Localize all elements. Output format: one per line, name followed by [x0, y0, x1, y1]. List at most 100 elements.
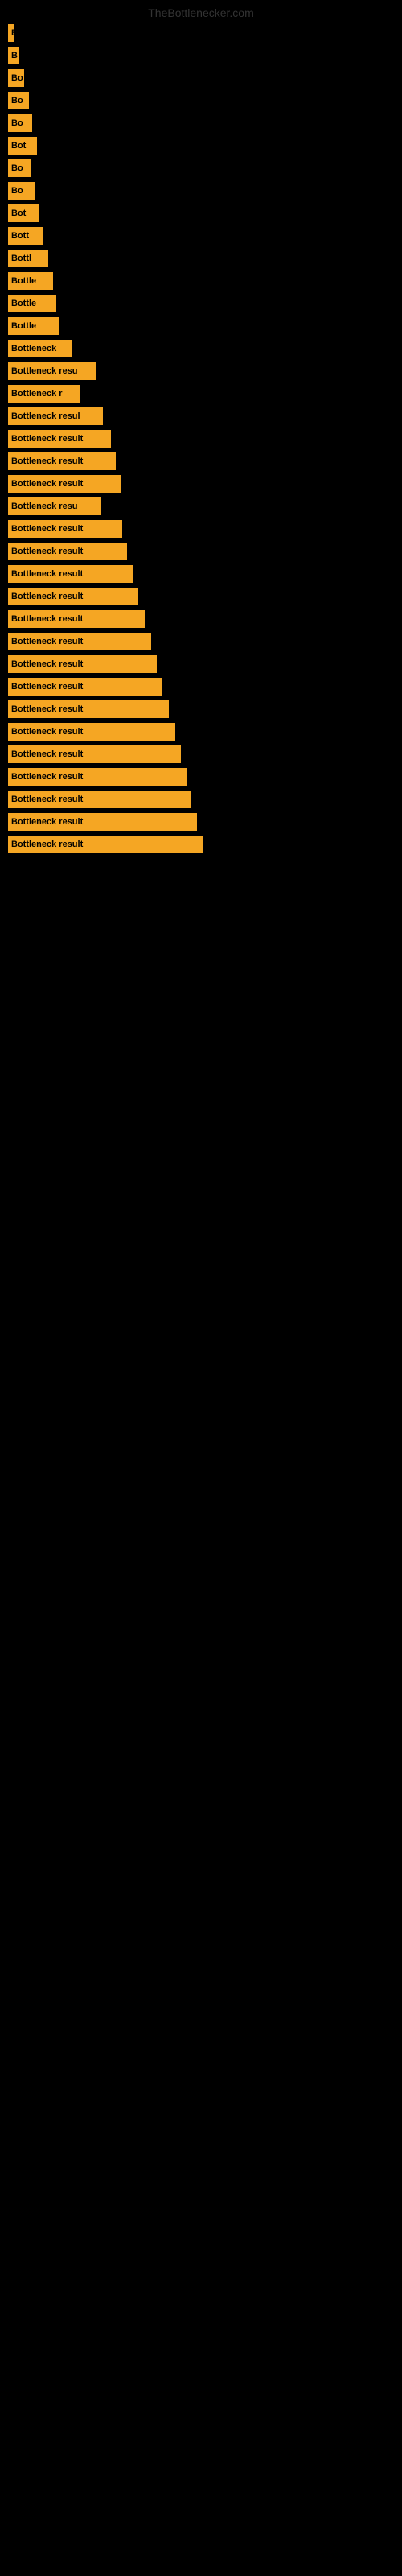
bar-label: Bottleneck resu: [11, 366, 78, 376]
bar-label: Bottle: [11, 321, 36, 331]
bar-label: Bottle: [11, 299, 36, 308]
bar-row: Bottleneck result: [8, 452, 394, 470]
bar: Bottleneck result: [8, 633, 151, 650]
bar: Bot: [8, 204, 39, 222]
bar: Bottleneck result: [8, 520, 122, 538]
bar-label: Bottleneck result: [11, 456, 83, 466]
bar-row: Bottleneck result: [8, 700, 394, 718]
bar-row: Bottleneck result: [8, 588, 394, 605]
bar-label: Bottleneck result: [11, 479, 83, 489]
bar-row: B: [8, 24, 394, 42]
bar-label: Bo: [11, 186, 23, 196]
bar-label: Bottleneck result: [11, 840, 83, 849]
bar: Bottleneck result: [8, 745, 181, 763]
bar: Bottleneck resul: [8, 407, 103, 425]
bar-row: Bottleneck result: [8, 565, 394, 583]
bar-label: Bottleneck result: [11, 682, 83, 691]
bar: Bottleneck resu: [8, 497, 100, 515]
bar: B: [8, 24, 14, 42]
bar-row: Bottle: [8, 317, 394, 335]
bar-label: Bottleneck result: [11, 592, 83, 601]
bar-label: Bottleneck result: [11, 569, 83, 579]
bar-row: Bottleneck resul: [8, 407, 394, 425]
bar: Bottle: [8, 295, 56, 312]
bar-row: Bo: [8, 114, 394, 132]
bar-label: Bottl: [11, 254, 31, 263]
bar-row: Bo: [8, 182, 394, 200]
bar: B: [8, 47, 19, 64]
bar: Bottle: [8, 272, 53, 290]
bar: Bo: [8, 92, 29, 109]
bar: Bottleneck result: [8, 655, 157, 673]
bar-label: Bottleneck result: [11, 749, 83, 759]
bar-row: Bott: [8, 227, 394, 245]
bar-row: Bot: [8, 204, 394, 222]
bar: Bottleneck result: [8, 813, 197, 831]
bar-label: Bo: [11, 118, 23, 128]
bar: Bottleneck result: [8, 610, 145, 628]
bar-row: Bottleneck r: [8, 385, 394, 402]
bar-row: Bottleneck result: [8, 836, 394, 853]
bar: Bottleneck result: [8, 678, 162, 696]
bar-row: Bottleneck result: [8, 633, 394, 650]
bar-label: Bottleneck resu: [11, 502, 78, 511]
bar: Bo: [8, 159, 31, 177]
bar-row: Bottleneck result: [8, 768, 394, 786]
bar-label: Bot: [11, 208, 26, 218]
bar-row: Bottleneck result: [8, 678, 394, 696]
bar-label: Bottleneck result: [11, 704, 83, 714]
bar-label: Bottleneck result: [11, 659, 83, 669]
bar: Bottleneck: [8, 340, 72, 357]
bar-label: Bottleneck result: [11, 434, 83, 444]
bars-container: BB Bo Bo Bo Bot Bo Bo Bot Bott Bottl Bottle Bottle B…: [0, 24, 402, 858]
bar-row: Bo: [8, 69, 394, 87]
bar-label: Bottleneck result: [11, 637, 83, 646]
bar: Bottleneck result: [8, 836, 203, 853]
bar-label: Bottleneck: [11, 344, 56, 353]
bar-label: Bo: [11, 96, 23, 105]
bar-label: Bottleneck resul: [11, 411, 80, 421]
bar: Bottleneck result: [8, 588, 138, 605]
bar-label: Bottleneck result: [11, 547, 83, 556]
bar-row: Bottleneck result: [8, 745, 394, 763]
bar-label: Bottleneck r: [11, 389, 63, 398]
bar-label: Bottleneck result: [11, 795, 83, 804]
bar-label: Bottleneck result: [11, 614, 83, 624]
bar-row: Bottle: [8, 295, 394, 312]
bar-row: Bottleneck result: [8, 520, 394, 538]
bar: Bottleneck resu: [8, 362, 96, 380]
bar-row: Bottleneck resu: [8, 362, 394, 380]
bar: Bottleneck result: [8, 475, 121, 493]
bar-row: B: [8, 47, 394, 64]
bar-row: Bo: [8, 92, 394, 109]
bar-label: Bottleneck result: [11, 524, 83, 534]
bar-label: B: [11, 51, 18, 60]
bar-row: Bottle: [8, 272, 394, 290]
bar-row: Bottleneck result: [8, 655, 394, 673]
bar-row: Bottleneck result: [8, 813, 394, 831]
bar: Bottleneck result: [8, 565, 133, 583]
bar-row: Bottleneck result: [8, 543, 394, 560]
bar: Bottleneck result: [8, 700, 169, 718]
bar: Bottleneck result: [8, 768, 187, 786]
bar-label: Bott: [11, 231, 29, 241]
bar-row: Bottl: [8, 250, 394, 267]
bar: Bo: [8, 114, 32, 132]
bar-row: Bottleneck result: [8, 610, 394, 628]
bar: Bo: [8, 69, 24, 87]
bar-label: Bottleneck result: [11, 817, 83, 827]
bar-row: Bottleneck result: [8, 430, 394, 448]
bar-label: Bottleneck result: [11, 772, 83, 782]
bar-label: Bot: [11, 141, 26, 151]
bar: Bot: [8, 137, 37, 155]
bar-row: Bo: [8, 159, 394, 177]
bar: Bottle: [8, 317, 59, 335]
bar: Bottleneck result: [8, 791, 191, 808]
bar-row: Bottleneck: [8, 340, 394, 357]
site-title: TheBottlenecker.com: [0, 0, 402, 23]
bar-row: Bottleneck result: [8, 791, 394, 808]
bar: Bott: [8, 227, 43, 245]
bar: Bottl: [8, 250, 48, 267]
bar: Bottleneck result: [8, 723, 175, 741]
bar: Bottleneck result: [8, 543, 127, 560]
